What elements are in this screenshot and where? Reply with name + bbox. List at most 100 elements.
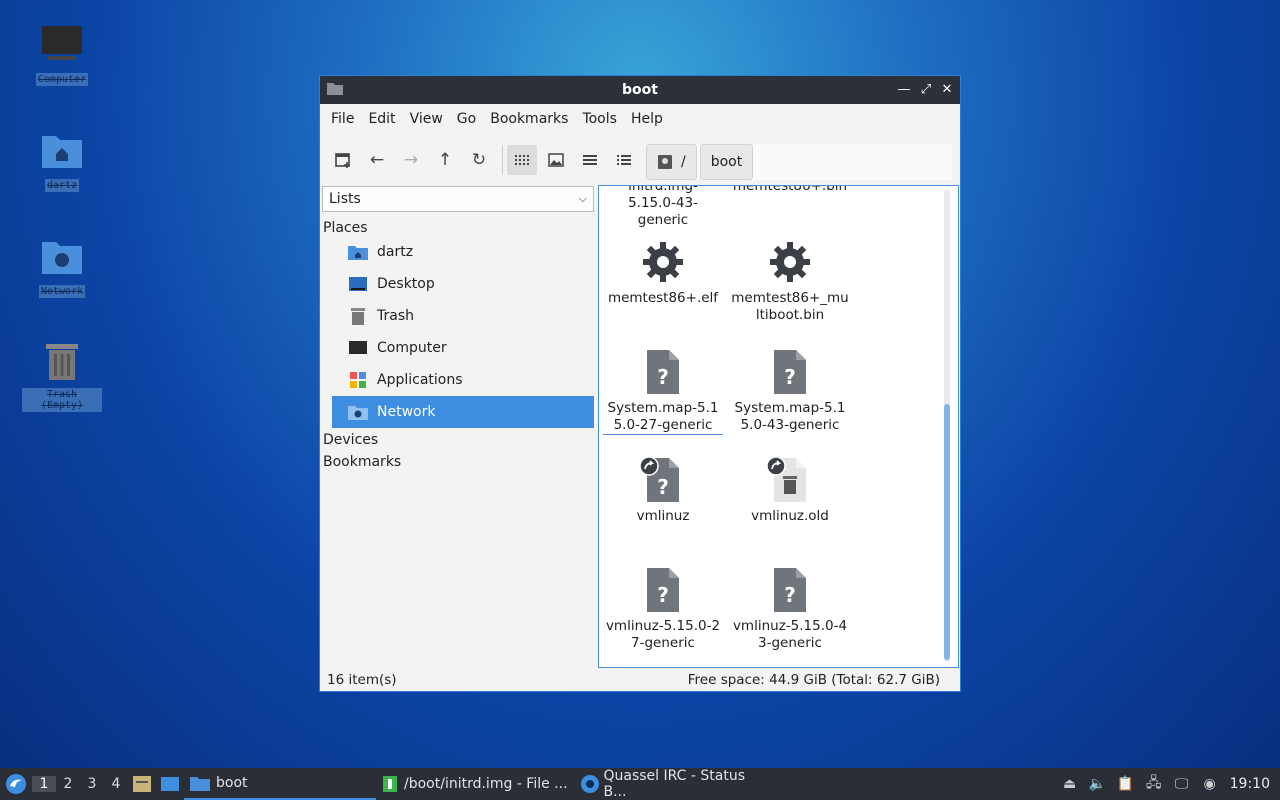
side-pane-mode-select[interactable]: Lists ⌵	[322, 186, 594, 212]
file-item[interactable]: ? vmlinuz-5.15.0-27-generic	[601, 566, 725, 652]
sidebar-item-dartz[interactable]: dartz	[332, 236, 596, 268]
sidebar-item-label: dartz	[377, 244, 414, 260]
eject-icon[interactable]: ⏏	[1059, 773, 1081, 795]
menu-go[interactable]: Go	[450, 104, 483, 134]
bookmarks-header[interactable]: Bookmarks	[320, 454, 596, 470]
reload-button[interactable]: ↻	[464, 145, 494, 175]
up-button[interactable]: ↑	[430, 145, 460, 175]
path-root-button[interactable]: /	[646, 144, 697, 180]
menu-help[interactable]: Help	[624, 104, 670, 134]
gear-icon	[639, 238, 687, 286]
arrow-left-icon: ←	[369, 150, 385, 170]
side-pane: Lists ⌵ Places dartz Desktop Trash Compu…	[320, 186, 596, 666]
unknown-file-icon: ?	[639, 348, 687, 396]
quassel-icon	[581, 775, 599, 793]
path-bar: / boot	[646, 144, 952, 180]
sidebar-item-label: Desktop	[377, 276, 435, 292]
vertical-scrollbar[interactable]	[944, 190, 950, 662]
sidebar-item-desktop[interactable]: Desktop	[332, 268, 596, 300]
status-bar: 16 item(s) Free space: 44.9 GiB (Total: …	[320, 669, 960, 691]
desktop-icon-label: Network	[38, 285, 86, 298]
workspace-3[interactable]: 3	[80, 776, 104, 792]
task-label: boot	[216, 775, 248, 791]
desktop-icon-computer[interactable]: Computer	[22, 22, 102, 86]
thumbnail-view-button[interactable]	[541, 145, 571, 175]
show-desktop-icon	[161, 777, 179, 791]
text-editor-icon	[383, 776, 397, 792]
file-manager-launcher[interactable]	[128, 775, 156, 793]
menu-bookmarks[interactable]: Bookmarks	[483, 104, 575, 134]
clipboard-icon[interactable]: 📋	[1115, 773, 1137, 795]
workspace-4[interactable]: 4	[104, 776, 128, 792]
file-name: vmlinuz.old	[751, 508, 829, 524]
file-item[interactable]: initrd.img-5.15.0-43-generic	[601, 186, 725, 229]
desktop-icon-label: Computer	[35, 73, 89, 86]
free-space: Free space: 44.9 GiB (Total: 62.7 GiB)	[687, 672, 940, 688]
desktop-icon-network[interactable]: Network	[22, 234, 102, 298]
sidebar-item-trash[interactable]: Trash	[332, 300, 596, 332]
workspace-1[interactable]: 1	[32, 776, 56, 792]
icon-view-button[interactable]	[507, 145, 537, 175]
network-status-icon[interactable]: 🖧	[1143, 773, 1165, 795]
show-desktop-button[interactable]	[156, 776, 184, 792]
file-view[interactable]: initrd.img-5.15.0-43-generic memtest86+.…	[598, 185, 959, 668]
close-button[interactable]: ✕	[937, 80, 957, 100]
compact-view-button[interactable]	[575, 145, 605, 175]
file-item[interactable]: ? System.map-5.15.0-43-generic	[728, 348, 852, 434]
sidebar-item-network[interactable]: Network	[332, 396, 594, 428]
arrow-up-icon: ↑	[437, 150, 453, 170]
start-menu-button[interactable]	[0, 768, 32, 800]
desktop-icon-trash[interactable]: Trash (Empty)	[22, 340, 102, 412]
file-item[interactable]: ? vmlinuz-5.15.0-43-generic	[728, 566, 852, 652]
sidebar-item-applications[interactable]: Applications	[332, 364, 596, 396]
list-icon	[617, 155, 631, 165]
clock[interactable]: 19:10	[1230, 776, 1270, 792]
menu-tools[interactable]: Tools	[575, 104, 624, 134]
file-item[interactable]: memtest86+.elf	[601, 238, 725, 307]
notification-icon[interactable]: 🖵	[1171, 773, 1193, 795]
svg-text:?: ?	[784, 365, 796, 389]
desktop-icon-label: dartz	[44, 179, 80, 192]
file-item[interactable]: vmlinuz.old	[728, 456, 852, 525]
minimize-button[interactable]: —	[894, 80, 914, 100]
file-item[interactable]: ? vmlinuz	[601, 456, 725, 525]
volume-icon[interactable]: 🔈	[1087, 773, 1109, 795]
svg-text:?: ?	[657, 365, 669, 389]
menu-file[interactable]: File	[324, 104, 361, 134]
scrollbar-thumb[interactable]	[944, 404, 950, 660]
detailed-list-view-button[interactable]	[609, 145, 639, 175]
quassel-tray-icon[interactable]: ◉	[1199, 773, 1221, 795]
file-name: vmlinuz-5.15.0-43-generic	[732, 618, 848, 651]
places-header[interactable]: Places	[320, 220, 596, 236]
path-current-button[interactable]: boot	[699, 144, 754, 180]
menu-view[interactable]: View	[403, 104, 450, 134]
file-item[interactable]: ? System.map-5.15.0-27-generic	[601, 348, 725, 435]
svg-text:?: ?	[784, 583, 796, 607]
forward-button[interactable]: →	[396, 145, 426, 175]
arrow-right-icon: →	[403, 150, 419, 170]
drive-icon	[658, 155, 672, 169]
svg-text:?: ?	[657, 475, 669, 499]
file-item[interactable]: memtest86+_multiboot.bin	[728, 238, 852, 324]
maximize-button[interactable]: ⤢	[916, 80, 936, 100]
unknown-file-icon: ?	[766, 348, 814, 396]
grid-icon	[515, 155, 529, 165]
back-button[interactable]: ←	[362, 145, 392, 175]
devices-header[interactable]: Devices	[320, 432, 596, 448]
sidebar-item-computer[interactable]: Computer	[332, 332, 596, 364]
compact-list-icon	[583, 155, 597, 165]
file-manager-window: boot — ⤢ ✕ File Edit View Go Bookmarks T…	[319, 75, 961, 692]
desktop-icon-dartz[interactable]: dartz	[22, 128, 102, 192]
workspace-2[interactable]: 2	[56, 776, 80, 792]
new-tab-icon	[335, 153, 350, 168]
file-item[interactable]: memtest86+.bin	[728, 186, 852, 195]
task-quassel[interactable]: Quassel IRC - Status B...	[574, 768, 774, 800]
home-folder-icon	[40, 128, 84, 172]
title-bar[interactable]: boot — ⤢ ✕	[320, 76, 960, 104]
menu-edit[interactable]: Edit	[361, 104, 402, 134]
new-tab-button[interactable]	[328, 145, 358, 175]
task-boot[interactable]: boot	[184, 768, 376, 800]
desktop-icon	[348, 275, 368, 293]
task-initrd[interactable]: /boot/initrd.img - File ...	[376, 768, 574, 800]
folder-icon	[190, 777, 210, 791]
